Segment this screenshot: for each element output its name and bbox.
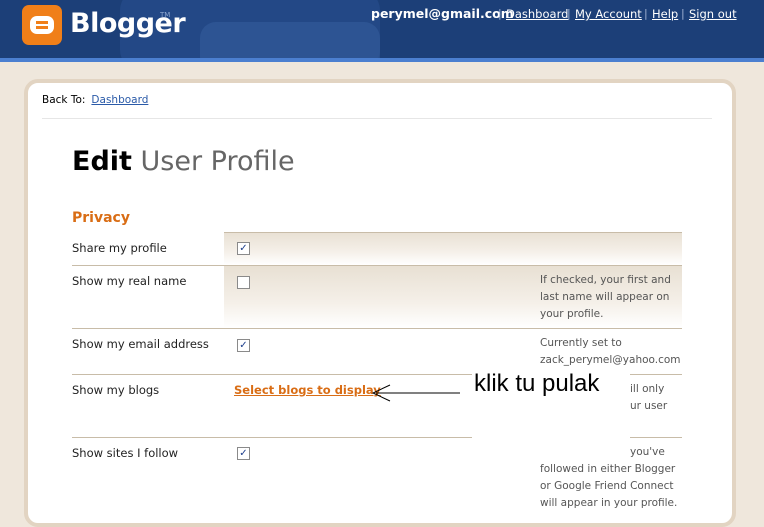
row-divider <box>72 265 682 266</box>
row-label-share-profile: Share my profile <box>72 241 167 255</box>
real-name-help-text: If checked, your first and last name wil… <box>540 274 671 320</box>
row-label-blogs: Show my blogs <box>72 383 160 397</box>
row-background <box>224 232 682 265</box>
header-underline <box>0 58 764 62</box>
row-divider <box>224 232 682 233</box>
real-name-checkbox[interactable] <box>237 276 250 289</box>
separator: | <box>681 7 685 20</box>
row-divider <box>72 328 682 329</box>
row-label-sites-follow: Show sites I follow <box>72 446 179 460</box>
divider <box>42 118 712 119</box>
separator: | <box>498 7 502 20</box>
annotation-arrow-icon <box>371 384 460 402</box>
header-decoration-2 <box>200 22 380 58</box>
blogs-help-fragment: ill only <box>630 383 665 395</box>
help-link[interactable]: Help <box>652 7 678 21</box>
page-title-bold: Edit <box>72 146 132 177</box>
sites-follow-help-text: followed in either Blogger or Google Fri… <box>540 463 678 509</box>
blogs-help-fragment: ur user <box>630 400 668 412</box>
back-to-dashboard-link[interactable]: Dashboard <box>91 94 148 106</box>
select-blogs-link[interactable]: Select blogs to display <box>234 383 381 397</box>
sign-out-link[interactable]: Sign out <box>689 7 737 21</box>
separator: | <box>644 7 648 20</box>
share-profile-checkbox[interactable]: ✓ <box>237 242 250 255</box>
row-label-real-name: Show my real name <box>72 274 187 288</box>
row-label-email: Show my email address <box>72 337 209 351</box>
page-title: Edit User Profile <box>72 146 295 177</box>
email-help-text: Currently set to zack_perymel@yahoo.com <box>540 337 681 366</box>
section-heading-privacy: Privacy <box>72 210 130 226</box>
annotation-text: klik tu pulak <box>474 370 600 397</box>
back-to-bar: Back To: Dashboard <box>42 94 148 106</box>
dashboard-link[interactable]: Dashboard <box>506 7 568 21</box>
separator: | <box>567 7 571 20</box>
page-title-rest: User Profile <box>131 146 295 177</box>
blogger-logo-icon[interactable] <box>22 5 62 45</box>
user-email: perymel@gmail.com <box>371 6 514 21</box>
email-checkbox[interactable]: ✓ <box>237 339 250 352</box>
trademark: TM <box>160 11 171 19</box>
my-account-link[interactable]: My Account <box>575 7 642 21</box>
sites-follow-checkbox[interactable]: ✓ <box>237 447 250 460</box>
sites-help-fragment: you've <box>630 446 665 458</box>
back-to-label: Back To: <box>42 94 86 106</box>
